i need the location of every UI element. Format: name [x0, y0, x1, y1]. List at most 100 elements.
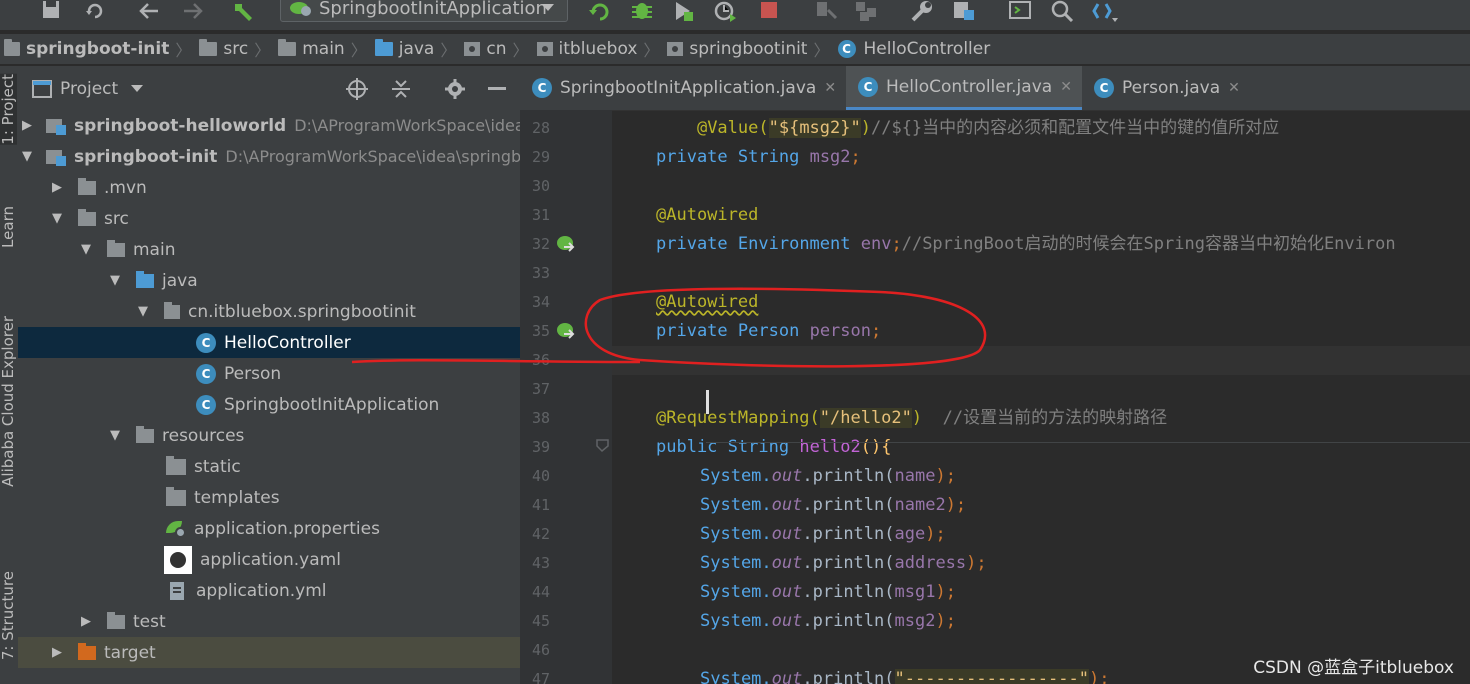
breadcrumb-item-hellocontroller[interactable]: C HelloController: [837, 39, 990, 59]
tree-item-hellocontroller[interactable]: C HelloController: [18, 327, 520, 358]
autowired-bean-icon[interactable]: [556, 321, 576, 341]
locate-icon[interactable]: [346, 78, 368, 100]
collapse-all-icon[interactable]: [390, 78, 412, 100]
run-coverage-icon[interactable]: [672, 0, 696, 22]
rerun-icon[interactable]: [588, 0, 612, 22]
text-caret: [706, 390, 709, 414]
breadcrumb-item-java[interactable]: java 〉: [374, 37, 465, 61]
module-icon: [4, 39, 20, 56]
expand-arrow-icon[interactable]: ▶: [50, 645, 64, 660]
collapse-arrow-icon[interactable]: ▼: [22, 149, 32, 164]
tree-item-application-yaml[interactable]: application.yaml: [18, 544, 520, 575]
line-number: 35: [531, 322, 550, 340]
fold-icon[interactable]: [596, 439, 610, 453]
search-icon[interactable]: [1050, 0, 1074, 22]
package-icon: [536, 42, 553, 56]
code-line: System.out.println(age);: [700, 524, 946, 544]
tree-item-static[interactable]: static: [18, 451, 520, 482]
expand-arrow-icon[interactable]: ▶: [50, 180, 64, 195]
line-number: 46: [531, 641, 550, 659]
code-line: System.out.println(msg1);: [700, 582, 956, 602]
build-hammer-icon[interactable]: [232, 0, 256, 22]
line-number: 30: [531, 177, 550, 195]
tab-springbootinitapplication[interactable]: C SpringbootInitApplication.java ✕: [532, 66, 844, 110]
profile-icon[interactable]: [714, 0, 738, 22]
method-separator: [706, 442, 1470, 443]
tree-item-springboot-init[interactable]: ▼ springboot-init D:\AProgramWorkSpace\i…: [18, 141, 520, 172]
tab-alibaba-cloud-explorer[interactable]: Alibaba Cloud Explorer: [0, 316, 17, 487]
project-structure-icon[interactable]: [952, 0, 976, 22]
folder-icon: [78, 208, 96, 226]
save-all-icon[interactable]: [40, 0, 62, 22]
tree-item-springboot-helloworld[interactable]: ▶ springboot-helloworld D:\AProgramWorkS…: [18, 110, 520, 141]
line-number: 28: [531, 119, 550, 137]
class-icon: C: [196, 363, 216, 384]
tree-item-java[interactable]: ▼ java: [18, 265, 520, 296]
expand-arrow-icon[interactable]: ▶: [79, 614, 93, 629]
gear-icon[interactable]: [444, 78, 466, 100]
collapse-arrow-icon[interactable]: ▼: [108, 273, 122, 288]
debug-icon[interactable]: [630, 0, 654, 22]
tool-window-strip: 1: Project Learn Alibaba Cloud Explorer …: [0, 66, 18, 684]
tab-hellocontroller[interactable]: C HelloController.java ✕: [846, 66, 1082, 110]
tree-item-target[interactable]: ▶ target: [18, 637, 520, 668]
tree-item-templates[interactable]: templates: [18, 482, 520, 513]
breadcrumb-item-itbluebox[interactable]: itbluebox 〉: [536, 37, 668, 61]
close-icon[interactable]: ✕: [824, 80, 836, 96]
tree-item-src[interactable]: ▼ src: [18, 203, 520, 234]
tree-item-mvn[interactable]: ▶ .mvn: [18, 172, 520, 203]
vcs-icon[interactable]: [1092, 0, 1120, 22]
tree-item-springbootinitapplication[interactable]: C SpringbootInitApplication: [18, 389, 520, 420]
line-number: 43: [531, 554, 550, 572]
breadcrumb-item-module[interactable]: springboot-init 〉: [4, 37, 199, 61]
class-icon: C: [196, 332, 216, 353]
chevron-down-icon[interactable]: [130, 84, 144, 94]
stop-icon[interactable]: [758, 0, 780, 22]
package-icon: [464, 42, 481, 56]
breadcrumb-item-cn[interactable]: cn 〉: [464, 37, 536, 61]
source-folder-icon: [374, 39, 393, 56]
class-icon: C: [858, 76, 878, 97]
project-panel-header: Project: [18, 66, 520, 112]
collapse-arrow-icon[interactable]: ▼: [136, 304, 150, 319]
autowired-bean-icon[interactable]: [556, 234, 576, 254]
settings-wrench-icon[interactable]: [910, 0, 934, 22]
code-area[interactable]: @Value("${msg2}")//${}当中的内容必须和配置文件当中的键的值…: [612, 110, 1470, 684]
folder-icon: [278, 39, 297, 56]
watermark: CSDN @蓝盒子itbluebox: [1253, 658, 1454, 678]
collapse-arrow-icon[interactable]: ▼: [108, 428, 122, 443]
code-line: @Value("${msg2}")//${}当中的内容必须和配置文件当中的键的值…: [696, 118, 1280, 138]
sync-icon[interactable]: [84, 0, 106, 22]
expand-arrow-icon[interactable]: ▶: [22, 118, 32, 133]
run-configuration-select[interactable]: SpringbootInitApplication: [280, 0, 568, 22]
tab-person[interactable]: C Person.java ✕: [1094, 66, 1244, 110]
collapse-arrow-icon[interactable]: ▼: [50, 211, 64, 226]
breadcrumb-item-main[interactable]: main 〉: [278, 37, 375, 61]
tree-item-person[interactable]: C Person: [18, 358, 520, 389]
collapse-arrow-icon[interactable]: ▼: [79, 242, 93, 257]
back-icon[interactable]: [138, 0, 160, 22]
tree-item-application-properties[interactable]: application.properties: [18, 513, 520, 544]
forward-icon[interactable]: [182, 0, 204, 22]
tree-item-main[interactable]: ▼ main: [18, 234, 520, 265]
close-icon[interactable]: ✕: [1228, 80, 1240, 96]
code-line: private String msg2;: [656, 147, 861, 167]
project-view-title[interactable]: Project: [60, 79, 118, 99]
tree-item-application-yml[interactable]: application.yml: [18, 575, 520, 606]
attach-icon[interactable]: [814, 0, 838, 22]
modules-icon[interactable]: [854, 0, 878, 22]
code-line: public String hello2(){: [656, 437, 892, 457]
terminal-icon[interactable]: [1008, 0, 1032, 22]
tree-item-resources[interactable]: ▼ resources: [18, 420, 520, 451]
close-icon[interactable]: ✕: [1060, 79, 1072, 95]
breadcrumb-item-src[interactable]: src 〉: [199, 37, 278, 61]
tab-structure[interactable]: 7: Structure: [0, 571, 17, 660]
tree-item-test[interactable]: ▶ test: [18, 606, 520, 637]
run-configuration-label: SpringbootInitApplication: [319, 0, 547, 19]
line-number: 47: [531, 670, 550, 684]
tab-learn[interactable]: Learn: [0, 206, 17, 248]
minimize-icon[interactable]: [488, 86, 508, 92]
tab-project[interactable]: 1: Project: [0, 74, 17, 145]
breadcrumb-item-springbootinit[interactable]: springbootinit 〉: [667, 37, 837, 61]
tree-item-package[interactable]: ▼ cn.itbluebox.springbootinit: [18, 296, 520, 327]
